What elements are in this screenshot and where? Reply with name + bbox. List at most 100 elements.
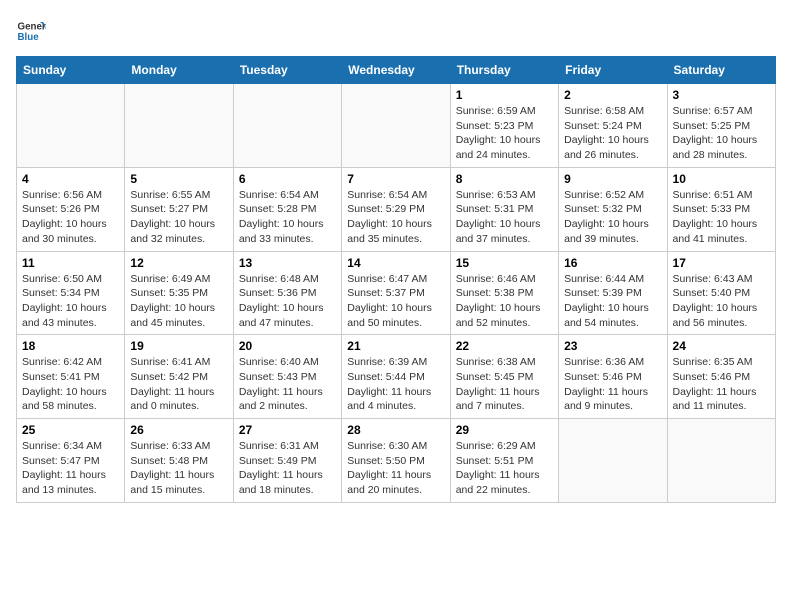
- logo-icon: General Blue: [16, 16, 46, 46]
- day-info: Sunrise: 6:52 AM Sunset: 5:32 PM Dayligh…: [564, 188, 661, 247]
- day-number: 1: [456, 88, 553, 102]
- calendar-cell: 5 Sunrise: 6:55 AM Sunset: 5:27 PM Daylig…: [125, 167, 233, 251]
- calendar-cell: 2Sunrise: 6:58 AM Sunset: 5:24 PM Daylig…: [559, 84, 667, 168]
- day-number: 17: [673, 256, 770, 270]
- day-number: 15: [456, 256, 553, 270]
- day-info: Sunrise: 6:59 AM Sunset: 5:23 PM Dayligh…: [456, 104, 553, 163]
- day-number: 4: [22, 172, 119, 186]
- day-info: Sunrise: 6:46 AM Sunset: 5:38 PM Dayligh…: [456, 272, 553, 331]
- calendar-cell: 4 Sunrise: 6:56 AM Sunset: 5:26 PM Daylig…: [17, 167, 125, 251]
- day-number: 6: [239, 172, 336, 186]
- day-info: Sunrise: 6:35 AM Sunset: 5:46 PM Dayligh…: [673, 355, 770, 414]
- calendar-cell: 15 Sunrise: 6:46 AM Sunset: 5:38 PM Dayli…: [450, 251, 558, 335]
- header-thursday: Thursday: [450, 57, 558, 84]
- day-number: 16: [564, 256, 661, 270]
- calendar-week-1: 4 Sunrise: 6:56 AM Sunset: 5:26 PM Daylig…: [17, 167, 776, 251]
- calendar-cell: [342, 84, 450, 168]
- calendar-cell: [233, 84, 341, 168]
- day-number: 23: [564, 339, 661, 353]
- day-info: Sunrise: 6:29 AM Sunset: 5:51 PM Dayligh…: [456, 439, 553, 498]
- day-number: 13: [239, 256, 336, 270]
- day-number: 26: [130, 423, 227, 437]
- calendar-cell: 18 Sunrise: 6:42 AM Sunset: 5:41 PM Dayli…: [17, 335, 125, 419]
- calendar-cell: 13 Sunrise: 6:48 AM Sunset: 5:36 PM Dayli…: [233, 251, 341, 335]
- calendar-cell: 20 Sunrise: 6:40 AM Sunset: 5:43 PM Dayli…: [233, 335, 341, 419]
- calendar-cell: 12 Sunrise: 6:49 AM Sunset: 5:35 PM Dayli…: [125, 251, 233, 335]
- day-info: Sunrise: 6:40 AM Sunset: 5:43 PM Dayligh…: [239, 355, 336, 414]
- calendar-cell: 1 Sunrise: 6:59 AM Sunset: 5:23 PM Daylig…: [450, 84, 558, 168]
- calendar-cell: 8 Sunrise: 6:53 AM Sunset: 5:31 PM Daylig…: [450, 167, 558, 251]
- day-number: 28: [347, 423, 444, 437]
- calendar-cell: 7 Sunrise: 6:54 AM Sunset: 5:29 PM Daylig…: [342, 167, 450, 251]
- calendar-cell: 23 Sunrise: 6:36 AM Sunset: 5:46 PM Dayli…: [559, 335, 667, 419]
- day-info: Sunrise: 6:56 AM Sunset: 5:26 PM Dayligh…: [22, 188, 119, 247]
- calendar-cell: 6 Sunrise: 6:54 AM Sunset: 5:28 PM Daylig…: [233, 167, 341, 251]
- day-info: Sunrise: 6:44 AM Sunset: 5:39 PM Dayligh…: [564, 272, 661, 331]
- day-info: Sunrise: 6:53 AM Sunset: 5:31 PM Dayligh…: [456, 188, 553, 247]
- day-info: Sunrise: 6:54 AM Sunset: 5:29 PM Dayligh…: [347, 188, 444, 247]
- day-info: Sunrise: 6:47 AM Sunset: 5:37 PM Dayligh…: [347, 272, 444, 331]
- calendar-week-0: 1 Sunrise: 6:59 AM Sunset: 5:23 PM Daylig…: [17, 84, 776, 168]
- calendar-cell: 22 Sunrise: 6:38 AM Sunset: 5:45 PM Dayli…: [450, 335, 558, 419]
- day-info: Sunrise: 6:48 AM Sunset: 5:36 PM Dayligh…: [239, 272, 336, 331]
- header: General Blue: [16, 16, 776, 46]
- day-info: Sunrise: 6:42 AM Sunset: 5:41 PM Dayligh…: [22, 355, 119, 414]
- day-number: 29: [456, 423, 553, 437]
- day-info: Sunrise: 6:58 AM Sunset: 5:24 PM Dayligh…: [564, 104, 661, 163]
- day-number: 3: [673, 88, 770, 102]
- calendar-cell: 29 Sunrise: 6:29 AM Sunset: 5:51 PM Dayli…: [450, 419, 558, 503]
- day-info: Sunrise: 6:39 AM Sunset: 5:44 PM Dayligh…: [347, 355, 444, 414]
- day-number: 5: [130, 172, 227, 186]
- calendar-week-3: 18 Sunrise: 6:42 AM Sunset: 5:41 PM Dayli…: [17, 335, 776, 419]
- day-number: 20: [239, 339, 336, 353]
- calendar-cell: 16 Sunrise: 6:44 AM Sunset: 5:39 PM Dayli…: [559, 251, 667, 335]
- day-number: 10: [673, 172, 770, 186]
- day-info: Sunrise: 6:49 AM Sunset: 5:35 PM Dayligh…: [130, 272, 227, 331]
- day-number: 9: [564, 172, 661, 186]
- calendar-week-4: 25Sunrise: 6:34 AM Sunset: 5:47 PM Dayli…: [17, 419, 776, 503]
- day-number: 22: [456, 339, 553, 353]
- calendar-cell: 24 Sunrise: 6:35 AM Sunset: 5:46 PM Dayli…: [667, 335, 775, 419]
- day-info: Sunrise: 6:43 AM Sunset: 5:40 PM Dayligh…: [673, 272, 770, 331]
- calendar-header-row: SundayMondayTuesdayWednesdayThursdayFrid…: [17, 57, 776, 84]
- header-saturday: Saturday: [667, 57, 775, 84]
- calendar-week-2: 11 Sunrise: 6:50 AM Sunset: 5:34 PM Dayli…: [17, 251, 776, 335]
- day-info: Sunrise: 6:38 AM Sunset: 5:45 PM Dayligh…: [456, 355, 553, 414]
- day-info: Sunrise: 6:55 AM Sunset: 5:27 PM Dayligh…: [130, 188, 227, 247]
- day-info: Sunrise: 6:36 AM Sunset: 5:46 PM Dayligh…: [564, 355, 661, 414]
- day-info: Sunrise: 6:34 AM Sunset: 5:47 PM Dayligh…: [22, 439, 119, 498]
- day-info: Sunrise: 6:30 AM Sunset: 5:50 PM Dayligh…: [347, 439, 444, 498]
- calendar-cell: 21 Sunrise: 6:39 AM Sunset: 5:44 PM Dayli…: [342, 335, 450, 419]
- calendar-cell: [125, 84, 233, 168]
- calendar-cell: 9 Sunrise: 6:52 AM Sunset: 5:32 PM Daylig…: [559, 167, 667, 251]
- calendar-cell: 17 Sunrise: 6:43 AM Sunset: 5:40 PM Dayli…: [667, 251, 775, 335]
- calendar-cell: 3 Sunrise: 6:57 AM Sunset: 5:25 PM Daylig…: [667, 84, 775, 168]
- calendar-cell: 19Sunrise: 6:41 AM Sunset: 5:42 PM Dayli…: [125, 335, 233, 419]
- day-number: 7: [347, 172, 444, 186]
- calendar-cell: [17, 84, 125, 168]
- day-info: Sunrise: 6:57 AM Sunset: 5:25 PM Dayligh…: [673, 104, 770, 163]
- logo: General Blue: [16, 16, 46, 46]
- header-tuesday: Tuesday: [233, 57, 341, 84]
- day-info: Sunrise: 6:54 AM Sunset: 5:28 PM Dayligh…: [239, 188, 336, 247]
- day-info: Sunrise: 6:50 AM Sunset: 5:34 PM Dayligh…: [22, 272, 119, 331]
- day-number: 18: [22, 339, 119, 353]
- header-wednesday: Wednesday: [342, 57, 450, 84]
- day-number: 11: [22, 256, 119, 270]
- day-number: 21: [347, 339, 444, 353]
- calendar-cell: [559, 419, 667, 503]
- calendar-cell: 26Sunrise: 6:33 AM Sunset: 5:48 PM Dayli…: [125, 419, 233, 503]
- header-sunday: Sunday: [17, 57, 125, 84]
- day-info: Sunrise: 6:41 AM Sunset: 5:42 PM Dayligh…: [130, 355, 227, 414]
- calendar-cell: [667, 419, 775, 503]
- calendar: SundayMondayTuesdayWednesdayThursdayFrid…: [16, 56, 776, 503]
- header-monday: Monday: [125, 57, 233, 84]
- day-number: 24: [673, 339, 770, 353]
- svg-text:Blue: Blue: [18, 32, 40, 43]
- day-number: 12: [130, 256, 227, 270]
- day-number: 8: [456, 172, 553, 186]
- calendar-cell: 25Sunrise: 6:34 AM Sunset: 5:47 PM Dayli…: [17, 419, 125, 503]
- day-number: 14: [347, 256, 444, 270]
- calendar-cell: 28 Sunrise: 6:30 AM Sunset: 5:50 PM Dayli…: [342, 419, 450, 503]
- calendar-cell: 10Sunrise: 6:51 AM Sunset: 5:33 PM Dayli…: [667, 167, 775, 251]
